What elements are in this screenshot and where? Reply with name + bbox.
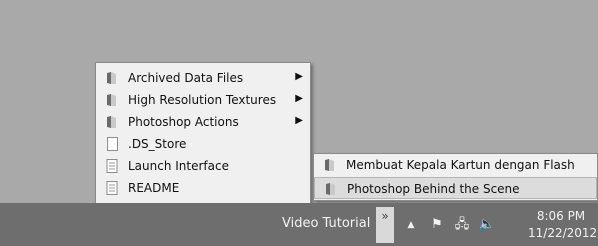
menu-item-readme[interactable]: README <box>96 177 310 199</box>
clock-date: 11/22/2012 <box>528 226 598 240</box>
menu-item-label: Photoshop Actions <box>128 115 239 129</box>
flag-icon[interactable]: ⚑ <box>428 216 446 234</box>
text-file-icon <box>106 159 118 173</box>
folder-icon <box>107 116 116 128</box>
menu-item-label: .DS_Store <box>128 137 187 151</box>
menu-item-launch-interface[interactable]: Launch Interface <box>96 155 310 177</box>
text-file-icon <box>106 181 118 195</box>
show-hidden-icons-icon[interactable]: ▲ <box>402 216 420 234</box>
folder-icon <box>107 72 116 84</box>
network-icon[interactable]: 🖧 <box>453 216 471 234</box>
menu-item-label: Launch Interface <box>128 159 229 173</box>
submenu-arrow-icon: ▶ <box>295 115 303 126</box>
folder-submenu: Membuat Kepala Kartun dengan Flash Photo… <box>313 153 598 201</box>
menu-item-label: High Resolution Textures <box>128 93 277 107</box>
menu-item-label: Archived Data Files <box>128 71 244 85</box>
submenu-arrow-icon: ▶ <box>295 93 303 104</box>
file-icon <box>107 137 118 151</box>
menu-item-archived-data-files[interactable]: Archived Data Files ▶ <box>96 67 310 89</box>
folder-icon <box>325 159 334 171</box>
submenu-item-photoshop-behind-the-scene[interactable]: Photoshop Behind the Scene <box>314 177 597 199</box>
menu-item-photoshop-actions[interactable]: Photoshop Actions ▶ <box>96 111 310 133</box>
submenu-item-membuat-kepala-kartun[interactable]: Membuat Kepala Kartun dengan Flash <box>314 154 597 176</box>
menu-item-high-resolution-textures[interactable]: High Resolution Textures ▶ <box>96 89 310 111</box>
toolbar-label[interactable]: Video Tutorial <box>282 216 370 231</box>
submenu-item-label: Photoshop Behind the Scene <box>347 182 520 196</box>
volume-icon[interactable]: 🔈 <box>478 216 496 234</box>
clock[interactable]: 8:06 PM 11/22/2012 <box>528 208 598 242</box>
taskbar: Video Tutorial » ▲ ⚑ 🖧 🔈 8:06 PM 11/22/2… <box>0 203 598 246</box>
folder-icon <box>326 183 335 195</box>
folder-icon <box>107 94 116 106</box>
clock-time: 8:06 PM <box>536 209 586 223</box>
submenu-item-label: Membuat Kepala Kartun dengan Flash <box>346 158 575 172</box>
toolbar-chevron-button[interactable]: » <box>376 207 394 243</box>
submenu-arrow-icon: ▶ <box>295 71 303 82</box>
menu-item-ds-store[interactable]: .DS_Store <box>96 133 310 155</box>
toolbar-folder-menu: Archived Data Files ▶ High Resolution Te… <box>95 62 311 206</box>
menu-item-label: README <box>128 181 180 195</box>
